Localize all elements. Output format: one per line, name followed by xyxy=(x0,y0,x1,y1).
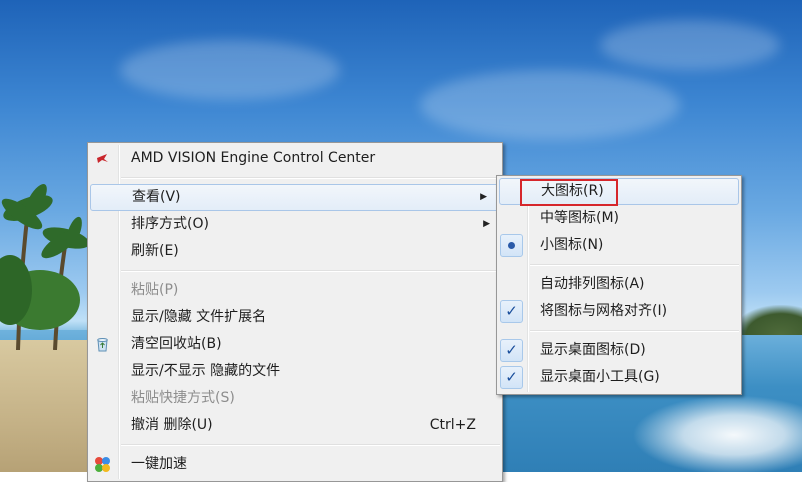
menu-item-one-click-speedup[interactable]: 一键加速 xyxy=(88,451,502,478)
island xyxy=(732,305,802,335)
menu-item-paste[interactable]: 粘贴(P) xyxy=(88,277,502,304)
menu-separator xyxy=(530,264,739,266)
menu-item-label: AMD VISION Engine Control Center xyxy=(131,150,376,166)
checkmark-icon: ✓ xyxy=(500,300,523,323)
submenu-item-medium-icons[interactable]: 中等图标(M) xyxy=(497,205,741,232)
menu-separator xyxy=(530,330,739,332)
menu-item-undo-delete[interactable]: 撤消 删除(U) Ctrl+Z xyxy=(88,412,502,439)
menu-item-label: 中等图标(M) xyxy=(540,210,620,226)
menu-item-sort-by[interactable]: 排序方式(O) ▶ xyxy=(88,211,502,238)
menu-item-toggle-extensions[interactable]: 显示/隐藏 文件扩展名 xyxy=(88,304,502,331)
checkmark-icon: ✓ xyxy=(500,366,523,389)
recycle-bin-icon xyxy=(97,338,108,352)
menu-item-label: 粘贴(P) xyxy=(131,282,179,298)
submenu-item-auto-arrange[interactable]: 自动排列图标(A) xyxy=(497,271,741,298)
submenu-item-small-icons[interactable]: 小图标(N) xyxy=(497,232,741,259)
annotation-highlight-box xyxy=(520,179,618,206)
menu-item-label: 将图标与网格对齐(I) xyxy=(540,303,668,319)
menu-item-toggle-hidden-files[interactable]: 显示/不显示 隐藏的文件 xyxy=(88,358,502,385)
menu-item-refresh[interactable]: 刷新(E) xyxy=(88,238,502,265)
menu-item-label: 显示桌面图标(D) xyxy=(540,342,646,358)
view-submenu: 大图标(R) 中等图标(M) 小图标(N) 自动排列图标(A) ✓ 将图标与网格… xyxy=(496,175,742,395)
menu-separator xyxy=(121,270,500,272)
submenu-item-show-gadgets[interactable]: ✓ 显示桌面小工具(G) xyxy=(497,364,741,391)
menu-item-view[interactable]: 查看(V) ▶ xyxy=(90,184,500,211)
checkmark-icon: ✓ xyxy=(500,339,523,362)
submenu-arrow-icon: ▶ xyxy=(483,219,490,229)
menu-item-amd-vision[interactable]: AMD VISION Engine Control Center xyxy=(88,145,502,172)
menu-separator xyxy=(121,177,500,179)
radio-dot-icon xyxy=(500,234,523,257)
submenu-item-show-desktop-icons[interactable]: ✓ 显示桌面图标(D) xyxy=(497,337,741,364)
menu-item-label: 排序方式(O) xyxy=(131,216,209,232)
menu-item-label: 撤消 删除(U) xyxy=(131,417,213,433)
menu-item-label: 粘贴快捷方式(S) xyxy=(131,390,235,406)
menu-item-empty-recycle-bin[interactable]: 清空回收站(B) xyxy=(88,331,502,358)
menu-item-label: 一键加速 xyxy=(131,456,187,472)
menu-item-label: 清空回收站(B) xyxy=(131,336,222,352)
amd-icon xyxy=(97,154,108,163)
menu-item-paste-shortcut[interactable]: 粘贴快捷方式(S) xyxy=(88,385,502,412)
menu-item-label: 显示桌面小工具(G) xyxy=(540,369,660,385)
palm-trees xyxy=(0,184,90,350)
menu-separator xyxy=(121,444,500,446)
menu-item-label: 小图标(N) xyxy=(540,237,604,253)
menu-item-label: 刷新(E) xyxy=(131,243,179,259)
submenu-arrow-icon: ▶ xyxy=(480,192,487,202)
menu-item-label: 查看(V) xyxy=(132,189,181,205)
desktop-context-menu: AMD VISION Engine Control Center 查看(V) ▶… xyxy=(87,142,503,482)
menu-item-label: 显示/隐藏 文件扩展名 xyxy=(131,309,267,325)
menu-item-shortcut: Ctrl+Z xyxy=(429,417,476,433)
speedup-icon xyxy=(95,457,110,472)
menu-item-label: 显示/不显示 隐藏的文件 xyxy=(131,363,281,379)
menu-item-label: 自动排列图标(A) xyxy=(540,276,645,292)
submenu-item-align-to-grid[interactable]: ✓ 将图标与网格对齐(I) xyxy=(497,298,741,325)
wave-foam xyxy=(632,395,802,472)
